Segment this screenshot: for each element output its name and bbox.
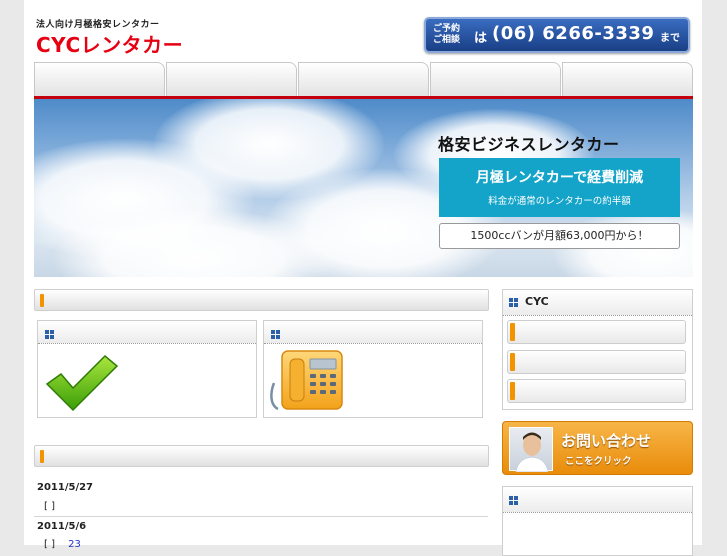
phone-label-reserve: ご予約: [433, 24, 461, 34]
hero-highlight-box: 月極レンタカーで経費削減 料金が通常のレンタカーの約半額: [439, 158, 680, 217]
logo[interactable]: CYCレンタカー: [36, 29, 183, 58]
contact-title: お問い合わせ: [561, 432, 652, 450]
contact-subtitle: ここをクリック: [565, 456, 632, 467]
nav-tab-2[interactable]: [166, 62, 297, 96]
nav-tab-5[interactable]: [562, 62, 693, 96]
sidebar-cyc-title: CYC: [525, 295, 549, 308]
sidebar-second-panel: [502, 486, 693, 556]
news-date: 2011/5/27: [37, 482, 94, 493]
news-divider: [34, 516, 488, 517]
hero-banner: 格安ビジネスレンタカー 月極レンタカーで経費削減 料金が通常のレンタカーの約半額…: [34, 99, 693, 277]
contact-person-photo: [509, 427, 553, 473]
phone-label-consult: ご相談: [433, 35, 461, 45]
sidebar-item-marker: [510, 382, 515, 400]
nav-tab-1[interactable]: [34, 62, 165, 96]
sidebar-item-3[interactable]: [507, 379, 686, 403]
sidebar-cyc-header: CYC: [503, 290, 692, 316]
main-nav: [34, 62, 693, 98]
main-section-header: [34, 289, 489, 311]
section-marker: [40, 294, 44, 307]
feature-box-right-header: [264, 321, 482, 344]
person-icon: [515, 432, 549, 473]
news-item[interactable]: [ ]: [44, 501, 65, 512]
feature-box-right[interactable]: [263, 320, 483, 418]
phone-suffix: まで: [660, 33, 680, 44]
news-section-header: [34, 445, 489, 467]
hero-price-note: 1500ccバンが月額63,000円から！: [439, 223, 680, 249]
phone-particle: は: [474, 31, 488, 46]
news-item-text: [ ]: [44, 501, 55, 512]
sidebar-second-header: [503, 487, 692, 513]
grid-square-icon: [271, 330, 280, 339]
hero-headline: 月極レンタカーで経費削減: [475, 170, 644, 186]
news-date: 2011/5/6: [37, 521, 87, 532]
grid-square-icon: [509, 298, 518, 307]
telephone-icon: [270, 350, 343, 411]
contact-banner[interactable]: お問い合わせ ここをクリック: [502, 421, 693, 475]
phone-banner[interactable]: ご予約 ご相談 は (06) 6266-3339 まで: [424, 17, 690, 53]
feature-box-left-header: [38, 321, 256, 344]
feature-box-left[interactable]: [37, 320, 257, 418]
grid-square-icon: [509, 496, 518, 505]
nav-tab-4[interactable]: [430, 62, 561, 96]
hero-title: 格安ビジネスレンタカー: [438, 135, 620, 154]
grid-square-icon: [45, 330, 54, 339]
checkmark-icon: [45, 354, 119, 412]
sidebar-item-2[interactable]: [507, 350, 686, 374]
sidebar-item-marker: [510, 323, 515, 341]
phone-number: (06) 6266-3339: [492, 23, 655, 44]
sidebar-item-1[interactable]: [507, 320, 686, 344]
section-marker: [40, 450, 44, 463]
nav-tab-3[interactable]: [298, 62, 429, 96]
sidebar-item-marker: [510, 353, 515, 371]
hero-subline: 料金が通常のレンタカーの約半額: [488, 196, 631, 207]
